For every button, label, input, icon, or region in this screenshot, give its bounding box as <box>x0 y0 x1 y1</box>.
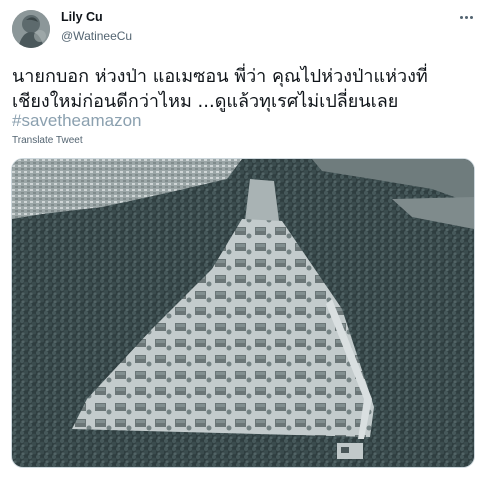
tweet-photo[interactable] <box>11 158 475 468</box>
more-options-icon[interactable] <box>455 10 477 24</box>
author-handle[interactable]: @WatineeCu <box>61 29 132 43</box>
hashtag-link[interactable]: #savetheamazon <box>12 110 141 132</box>
aerial-forest-photo <box>12 159 474 467</box>
tweet-card: Lily Cu @WatineeCu นายกบอก ห่วงป่า แอเมซ… <box>0 0 480 478</box>
tweet-text: นายกบอก ห่วงป่า แอเมซอน พี่ว่า คุณไปห่วง… <box>12 64 472 114</box>
translate-tweet-link[interactable]: Translate Tweet <box>12 135 83 146</box>
avatar[interactable] <box>12 10 50 48</box>
author-display-name[interactable]: Lily Cu <box>61 10 103 24</box>
more-dot <box>469 15 473 19</box>
tweet-text-line: นายกบอก ห่วงป่า แอเมซอน พี่ว่า คุณไปห่วง… <box>12 66 428 87</box>
more-dot <box>459 15 463 19</box>
avatar-image <box>12 10 50 48</box>
more-dot <box>464 15 468 19</box>
